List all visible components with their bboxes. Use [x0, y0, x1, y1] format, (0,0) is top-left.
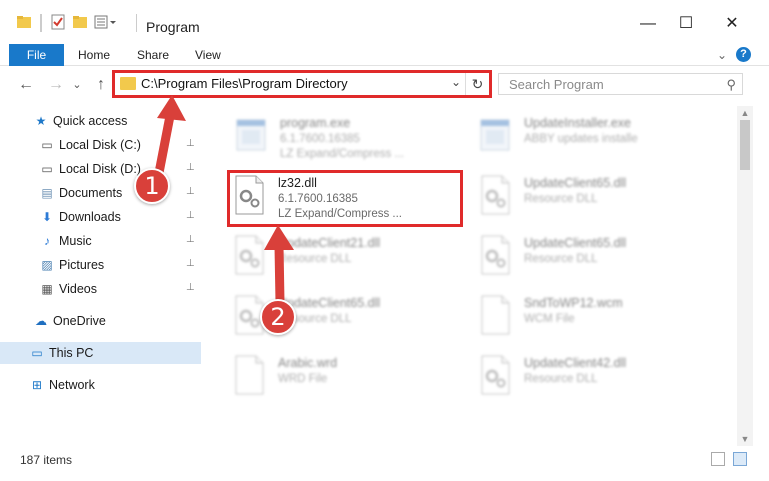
- arrow-2-shaft: [274, 245, 285, 303]
- arrow-1-shaft: [153, 115, 175, 179]
- arrow-2-head: [264, 225, 294, 250]
- callout-2: 2: [260, 299, 296, 335]
- arrow-1-head: [157, 95, 186, 121]
- callout-1: 1: [134, 168, 170, 204]
- annotation-arrows: [153, 95, 294, 303]
